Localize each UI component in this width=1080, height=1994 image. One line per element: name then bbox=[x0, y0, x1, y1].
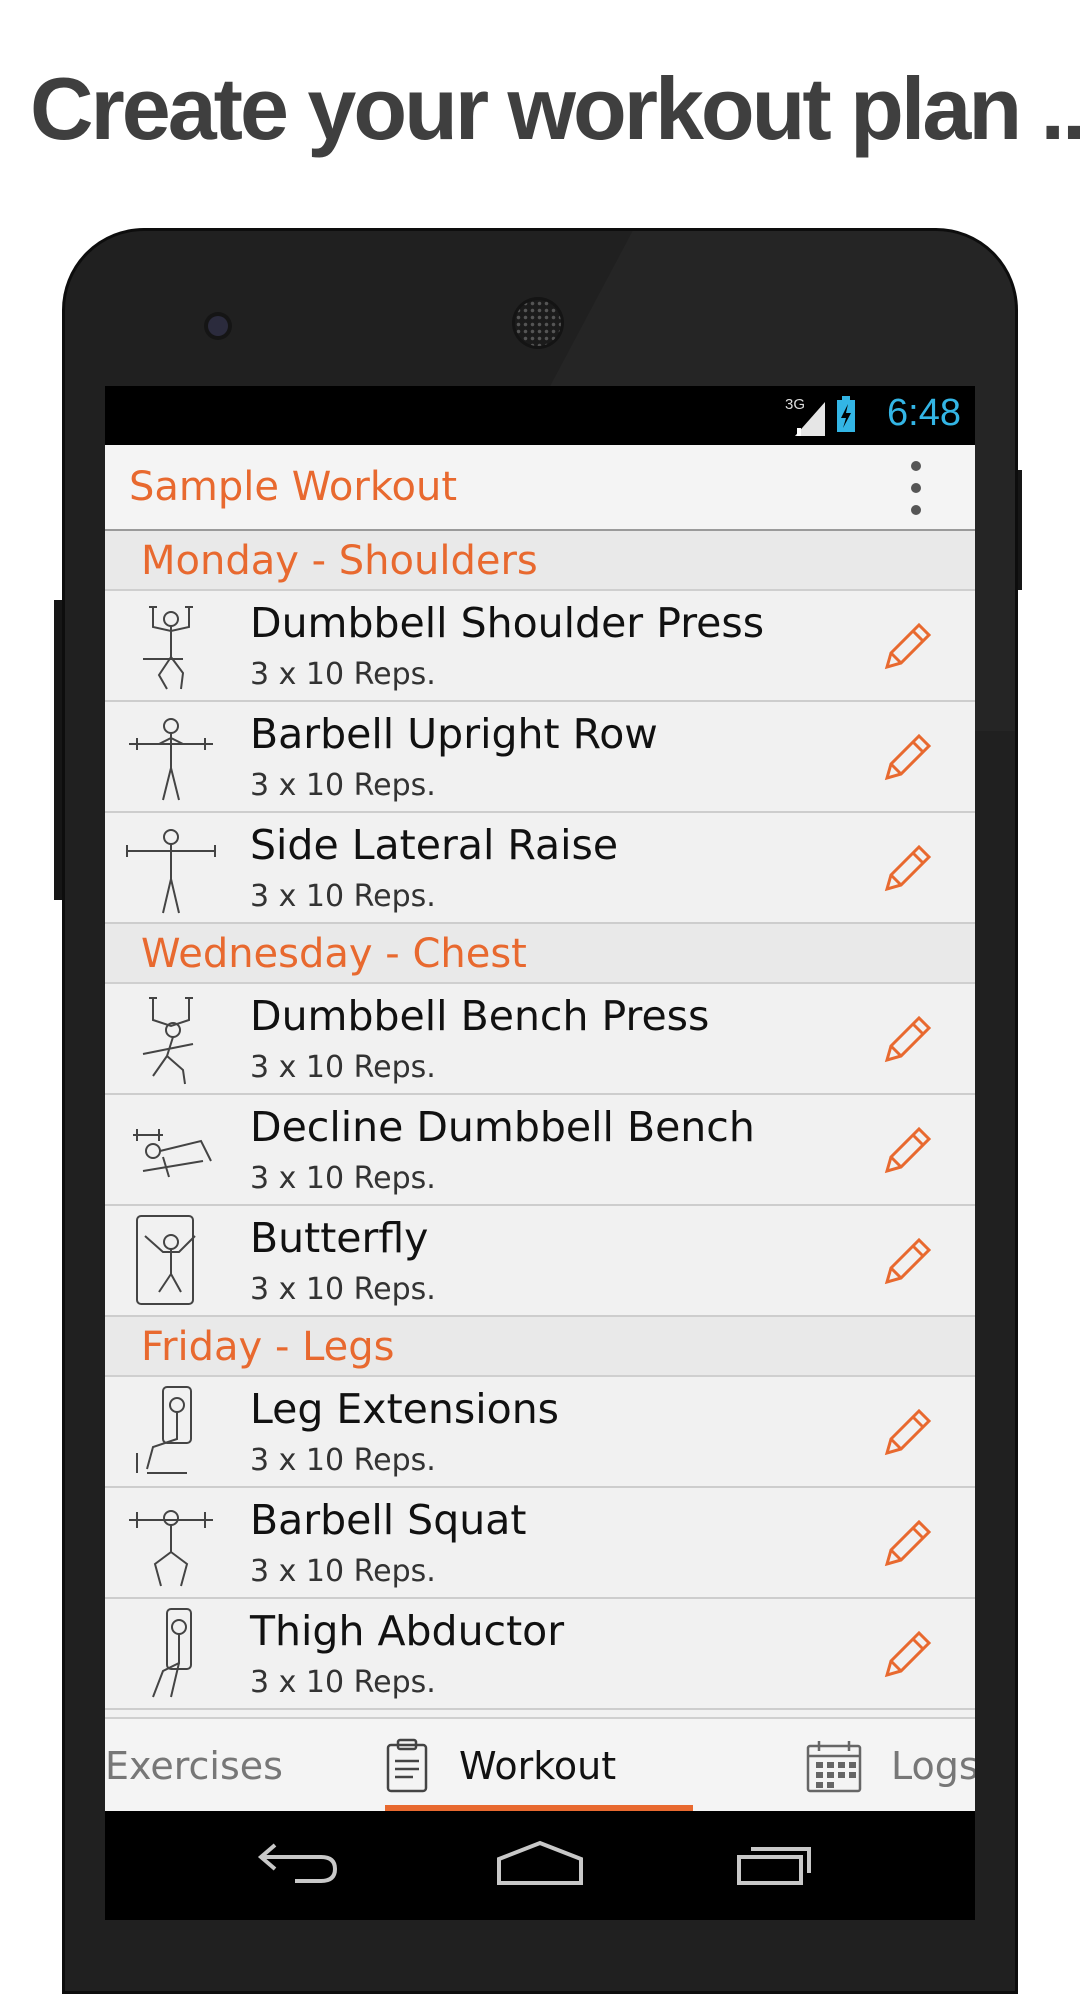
section-header-friday: Friday - Legs bbox=[105, 1317, 975, 1377]
list-item[interactable]: Leg Extensions 3 x 10 Reps. bbox=[105, 1377, 975, 1488]
exercise-name: Butterfly bbox=[250, 1214, 429, 1262]
workout-list[interactable]: Monday - Shoulders Dumbbell Shoulder Pre… bbox=[105, 531, 975, 1710]
back-icon[interactable] bbox=[255, 1839, 339, 1887]
list-item[interactable]: Decline Dumbbell Bench 3 x 10 Reps. bbox=[105, 1095, 975, 1206]
earpiece-speaker bbox=[515, 300, 561, 346]
signal-icon: 3G bbox=[785, 396, 827, 438]
exercise-detail: 3 x 10 Reps. bbox=[250, 768, 436, 803]
exercise-illustration-icon bbox=[133, 1129, 212, 1178]
action-bar: Sample Workout bbox=[105, 445, 975, 531]
clipboard-icon bbox=[386, 1738, 428, 1793]
home-icon[interactable] bbox=[495, 1839, 585, 1887]
exercise-detail: 3 x 10 Reps. bbox=[250, 1272, 436, 1307]
tab-workout[interactable]: Workout bbox=[385, 1719, 616, 1813]
list-item[interactable]: Barbell Upright Row 3 x 10 Reps. bbox=[105, 702, 975, 813]
bottom-tab-bar: Exercises Workout Logs bbox=[105, 1717, 975, 1813]
workout-title: Sample Workout bbox=[129, 464, 458, 510]
phone-screen: 3G 6:48 Sample Workout Monday - Shoulder… bbox=[105, 386, 975, 1920]
front-camera bbox=[208, 316, 228, 336]
exercise-detail: 3 x 10 Reps. bbox=[250, 657, 436, 692]
exercise-name: Dumbbell Bench Press bbox=[250, 992, 710, 1040]
edit-pencil-icon[interactable] bbox=[879, 1123, 935, 1179]
tab-logs[interactable]: Logs bbox=[805, 1719, 975, 1813]
tab-label: Logs bbox=[891, 1744, 975, 1788]
calendar-icon bbox=[806, 1741, 862, 1793]
network-type: 3G bbox=[785, 396, 806, 413]
tab-label: Exercises bbox=[105, 1744, 283, 1788]
exercise-illustration-icon bbox=[136, 1386, 192, 1474]
tab-label: Workout bbox=[459, 1744, 617, 1788]
exercise-name: Dumbbell Shoulder Press bbox=[250, 599, 765, 647]
exercise-name: Barbell Squat bbox=[250, 1496, 527, 1544]
exercise-detail: 3 x 10 Reps. bbox=[250, 1443, 436, 1478]
exercise-detail: 3 x 10 Reps. bbox=[250, 1161, 436, 1196]
exercise-illustration-icon bbox=[143, 606, 193, 690]
exercise-detail: 3 x 10 Reps. bbox=[250, 879, 436, 914]
recent-apps-icon[interactable] bbox=[735, 1839, 819, 1887]
edit-pencil-icon[interactable] bbox=[879, 619, 935, 675]
edit-pencil-icon[interactable] bbox=[879, 841, 935, 897]
edit-pencil-icon[interactable] bbox=[879, 1516, 935, 1572]
headline: Create your workout plan ... bbox=[30, 59, 1080, 158]
section-header-monday: Monday - Shoulders bbox=[105, 531, 975, 591]
exercise-detail: 3 x 10 Reps. bbox=[250, 1050, 436, 1085]
list-item[interactable]: Dumbbell Bench Press 3 x 10 Reps. bbox=[105, 984, 975, 1095]
exercise-illustration-icon bbox=[142, 997, 194, 1085]
exercise-illustration-icon bbox=[129, 718, 213, 801]
battery-icon bbox=[835, 394, 857, 438]
edit-pencil-icon[interactable] bbox=[879, 1234, 935, 1290]
exercise-illustration-icon bbox=[152, 1608, 192, 1698]
list-item[interactable]: Dumbbell Shoulder Press 3 x 10 Reps. bbox=[105, 591, 975, 702]
exercise-name: Barbell Upright Row bbox=[250, 710, 658, 758]
exercise-illustration-icon bbox=[126, 829, 216, 914]
exercise-name: Leg Extensions bbox=[250, 1385, 560, 1433]
section-header-wednesday: Wednesday - Chest bbox=[105, 924, 975, 984]
exercise-name: Decline Dumbbell Bench bbox=[250, 1103, 755, 1151]
exercise-name: Thigh Abductor bbox=[250, 1607, 565, 1655]
system-navigation-bar bbox=[105, 1811, 975, 1920]
exercise-illustration-icon bbox=[136, 1215, 196, 1305]
edit-pencil-icon[interactable] bbox=[879, 1405, 935, 1461]
exercise-name: Side Lateral Raise bbox=[250, 821, 619, 869]
status-time: 6:48 bbox=[887, 392, 961, 434]
list-item[interactable]: Side Lateral Raise 3 x 10 Reps. bbox=[105, 813, 975, 924]
list-item[interactable]: Barbell Squat 3 x 10 Reps. bbox=[105, 1488, 975, 1599]
edit-pencil-icon[interactable] bbox=[879, 730, 935, 786]
tab-exercises[interactable]: Exercises bbox=[105, 1719, 283, 1813]
list-item[interactable]: Thigh Abductor 3 x 10 Reps. bbox=[105, 1599, 975, 1710]
edit-pencil-icon[interactable] bbox=[879, 1627, 935, 1683]
edit-pencil-icon[interactable] bbox=[879, 1012, 935, 1068]
exercise-detail: 3 x 10 Reps. bbox=[250, 1554, 436, 1589]
exercise-detail: 3 x 10 Reps. bbox=[250, 1665, 436, 1700]
list-item[interactable]: Butterfly 3 x 10 Reps. bbox=[105, 1206, 975, 1317]
overflow-menu-icon[interactable] bbox=[909, 461, 923, 515]
exercise-illustration-icon bbox=[129, 1510, 213, 1587]
status-bar: 3G 6:48 bbox=[105, 386, 975, 445]
